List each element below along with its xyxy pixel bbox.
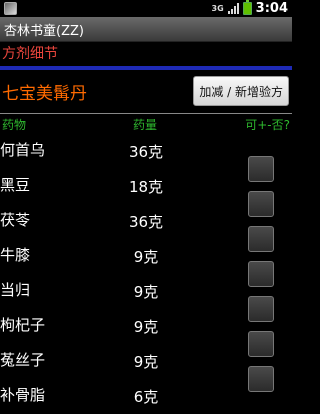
- section-header: 方剂细节: [0, 42, 292, 64]
- column-dose: 药量: [133, 117, 158, 132]
- herb-dose: 9克: [133, 318, 159, 336]
- herb-row: 菟丝子 9克: [0, 344, 292, 392]
- herb-dose: 9克: [133, 283, 159, 301]
- herb-name: 黑豆: [0, 176, 31, 194]
- app-title: 杏林书童(ZZ): [4, 23, 84, 39]
- herb-row: 茯苓 36克: [0, 204, 292, 252]
- herb-dose: 36克: [128, 143, 164, 161]
- divider-blue: [0, 66, 292, 70]
- herb-list: 何首乌 36克 黑豆 18克 茯苓 36克 牛膝 9克 当归 9克 枸杞子 9克…: [0, 134, 292, 414]
- column-header: 药物 药量 可+-否?: [0, 114, 292, 134]
- herb-name: 补骨脂: [0, 386, 46, 404]
- column-herb: 药物: [2, 117, 27, 132]
- network-type: 3G: [211, 3, 224, 13]
- section-title: 方剂细节: [2, 46, 58, 62]
- herb-dose: 6克: [133, 388, 159, 406]
- herb-name: 何首乌: [0, 141, 46, 159]
- herb-row: 黑豆 18克: [0, 169, 292, 217]
- clock: 3:04: [255, 1, 288, 16]
- herb-name: 菟丝子: [0, 351, 46, 369]
- herb-dose: 9克: [133, 353, 159, 371]
- app-title-bar: 杏林书童(ZZ): [0, 17, 292, 42]
- herb-dose: 18克: [128, 178, 164, 196]
- herb-dose: 9克: [133, 248, 159, 266]
- herb-row: 枸杞子 9克: [0, 309, 292, 357]
- column-option: 可+-否?: [245, 117, 290, 132]
- herb-row: 何首乌 36克: [0, 134, 292, 182]
- herb-name: 茯苓: [0, 211, 31, 229]
- status-bar: 3G 3:04: [0, 0, 292, 17]
- edit-recipe-button[interactable]: 加减 / 新增验方: [193, 76, 289, 106]
- herb-name: 牛膝: [0, 246, 31, 264]
- herb-row: 牛膝 9克: [0, 239, 292, 287]
- battery-charging-icon: [242, 0, 252, 15]
- herb-row: 当归 9克: [0, 274, 292, 322]
- herb-dose: 36克: [128, 213, 164, 231]
- herb-row: 补骨脂 6克: [0, 379, 292, 414]
- herb-name: 当归: [0, 281, 31, 299]
- herb-name: 枸杞子: [0, 316, 46, 334]
- signal-bars-icon: [227, 3, 239, 14]
- image-icon: [4, 2, 17, 15]
- recipe-name: 七宝美髯丹: [2, 83, 87, 104]
- recipe-row: 七宝美髯丹 加减 / 新增验方: [0, 73, 292, 109]
